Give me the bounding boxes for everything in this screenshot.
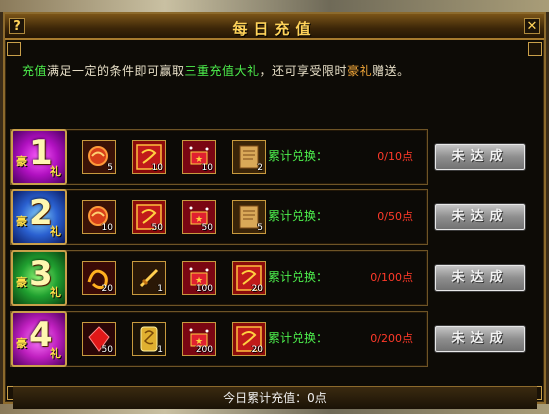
- reward-item[interactable]: 50: [132, 200, 166, 234]
- tier-row-frame: [10, 129, 428, 185]
- total-recharge-bar: 今日累计充值：0点: [13, 386, 537, 409]
- reward-item[interactable]: ★ 10: [182, 140, 216, 174]
- item-count: 100: [195, 284, 213, 294]
- medal-suffix: 礼: [50, 286, 61, 299]
- reward-item[interactable]: 20: [232, 322, 266, 356]
- intro-recharge: 充值: [22, 64, 48, 78]
- intro-luxury: 豪礼: [347, 64, 373, 78]
- item-count: 10: [151, 163, 163, 173]
- reward-item[interactable]: 1: [132, 261, 166, 295]
- medal-suffix: 礼: [50, 165, 61, 178]
- item-count: 20: [251, 345, 263, 355]
- item-count: 5: [257, 223, 263, 233]
- claim-button[interactable]: 未达成: [434, 264, 526, 292]
- reward-item[interactable]: ★ 200: [182, 322, 216, 356]
- item-count: 1: [157, 284, 163, 294]
- reward-item[interactable]: 50: [82, 322, 116, 356]
- item-count: 1: [157, 345, 163, 355]
- tier-medal: 豪 2 礼: [11, 189, 67, 245]
- reward-item[interactable]: 5: [82, 140, 116, 174]
- item-count: 10: [201, 163, 213, 173]
- cumulative-label: 累计兑换：: [268, 209, 329, 223]
- tier-medal: 豪 1 礼: [11, 129, 67, 185]
- reward-item[interactable]: 10: [132, 140, 166, 174]
- item-count: 50: [101, 345, 113, 355]
- claim-button[interactable]: 未达成: [434, 203, 526, 231]
- intro-text: 充值满足一定的条件即可赢取三重充值大礼，还可享受限时豪礼赠送。: [22, 62, 410, 79]
- tier-progress: 0/200点: [370, 332, 413, 345]
- tier-progress: 0/100点: [370, 271, 413, 284]
- intro-gift: 赠送。: [372, 64, 410, 78]
- tier-row-frame: [10, 189, 428, 245]
- background-strip-top: [0, 0, 549, 12]
- total-recharge-text: 今日累计充值：0点: [223, 391, 327, 405]
- medal-prefix: 豪: [16, 215, 27, 228]
- tier-medal: 豪 3 礼: [11, 250, 67, 306]
- tier-row-frame: [10, 250, 428, 306]
- tier-progress: 0/10点: [377, 150, 413, 163]
- tier-progress: 0/50点: [377, 210, 413, 223]
- cumulative-label: 累计兑换：: [268, 149, 329, 163]
- item-count: 20: [251, 284, 263, 294]
- claim-button[interactable]: 未达成: [434, 325, 526, 353]
- claim-button[interactable]: 未达成: [434, 143, 526, 171]
- reward-item[interactable]: ★ 50: [182, 200, 216, 234]
- item-count: 50: [151, 223, 163, 233]
- intro-condition: 满足一定的条件即可赢取: [47, 64, 185, 78]
- item-count: 50: [201, 223, 213, 233]
- medal-prefix: 豪: [16, 155, 27, 168]
- reward-item[interactable]: 20: [82, 261, 116, 295]
- cumulative-label: 累计兑换：: [268, 270, 329, 284]
- medal-prefix: 豪: [16, 276, 27, 289]
- item-count: 20: [101, 284, 113, 294]
- tier-medal: 豪 4 礼: [11, 311, 67, 367]
- corner-ornament-tl: [7, 42, 21, 56]
- tier-row-frame: [10, 311, 428, 367]
- item-count: 200: [195, 345, 213, 355]
- item-count: 5: [107, 163, 113, 173]
- close-button[interactable]: ✕: [524, 18, 540, 34]
- medal-prefix: 豪: [16, 337, 27, 350]
- reward-item[interactable]: 20: [232, 261, 266, 295]
- reward-item[interactable]: 10: [82, 200, 116, 234]
- title-bar[interactable]: ? 每日充值 ✕: [5, 14, 544, 40]
- reward-item[interactable]: 2: [232, 140, 266, 174]
- medal-suffix: 礼: [50, 225, 61, 238]
- reward-item[interactable]: 5: [232, 200, 266, 234]
- item-count: 10: [101, 223, 113, 233]
- reward-item[interactable]: ★ 100: [182, 261, 216, 295]
- intro-limited: ，还可享受限时: [259, 64, 348, 78]
- medal-suffix: 礼: [50, 347, 61, 360]
- corner-ornament-tr: [528, 42, 542, 56]
- item-count: 2: [257, 163, 263, 173]
- window-title: 每日充值: [232, 20, 317, 38]
- cumulative-label: 累计兑换：: [268, 331, 329, 345]
- intro-triple-gift: 三重充值大礼: [184, 64, 260, 78]
- reward-item[interactable]: 1: [132, 322, 166, 356]
